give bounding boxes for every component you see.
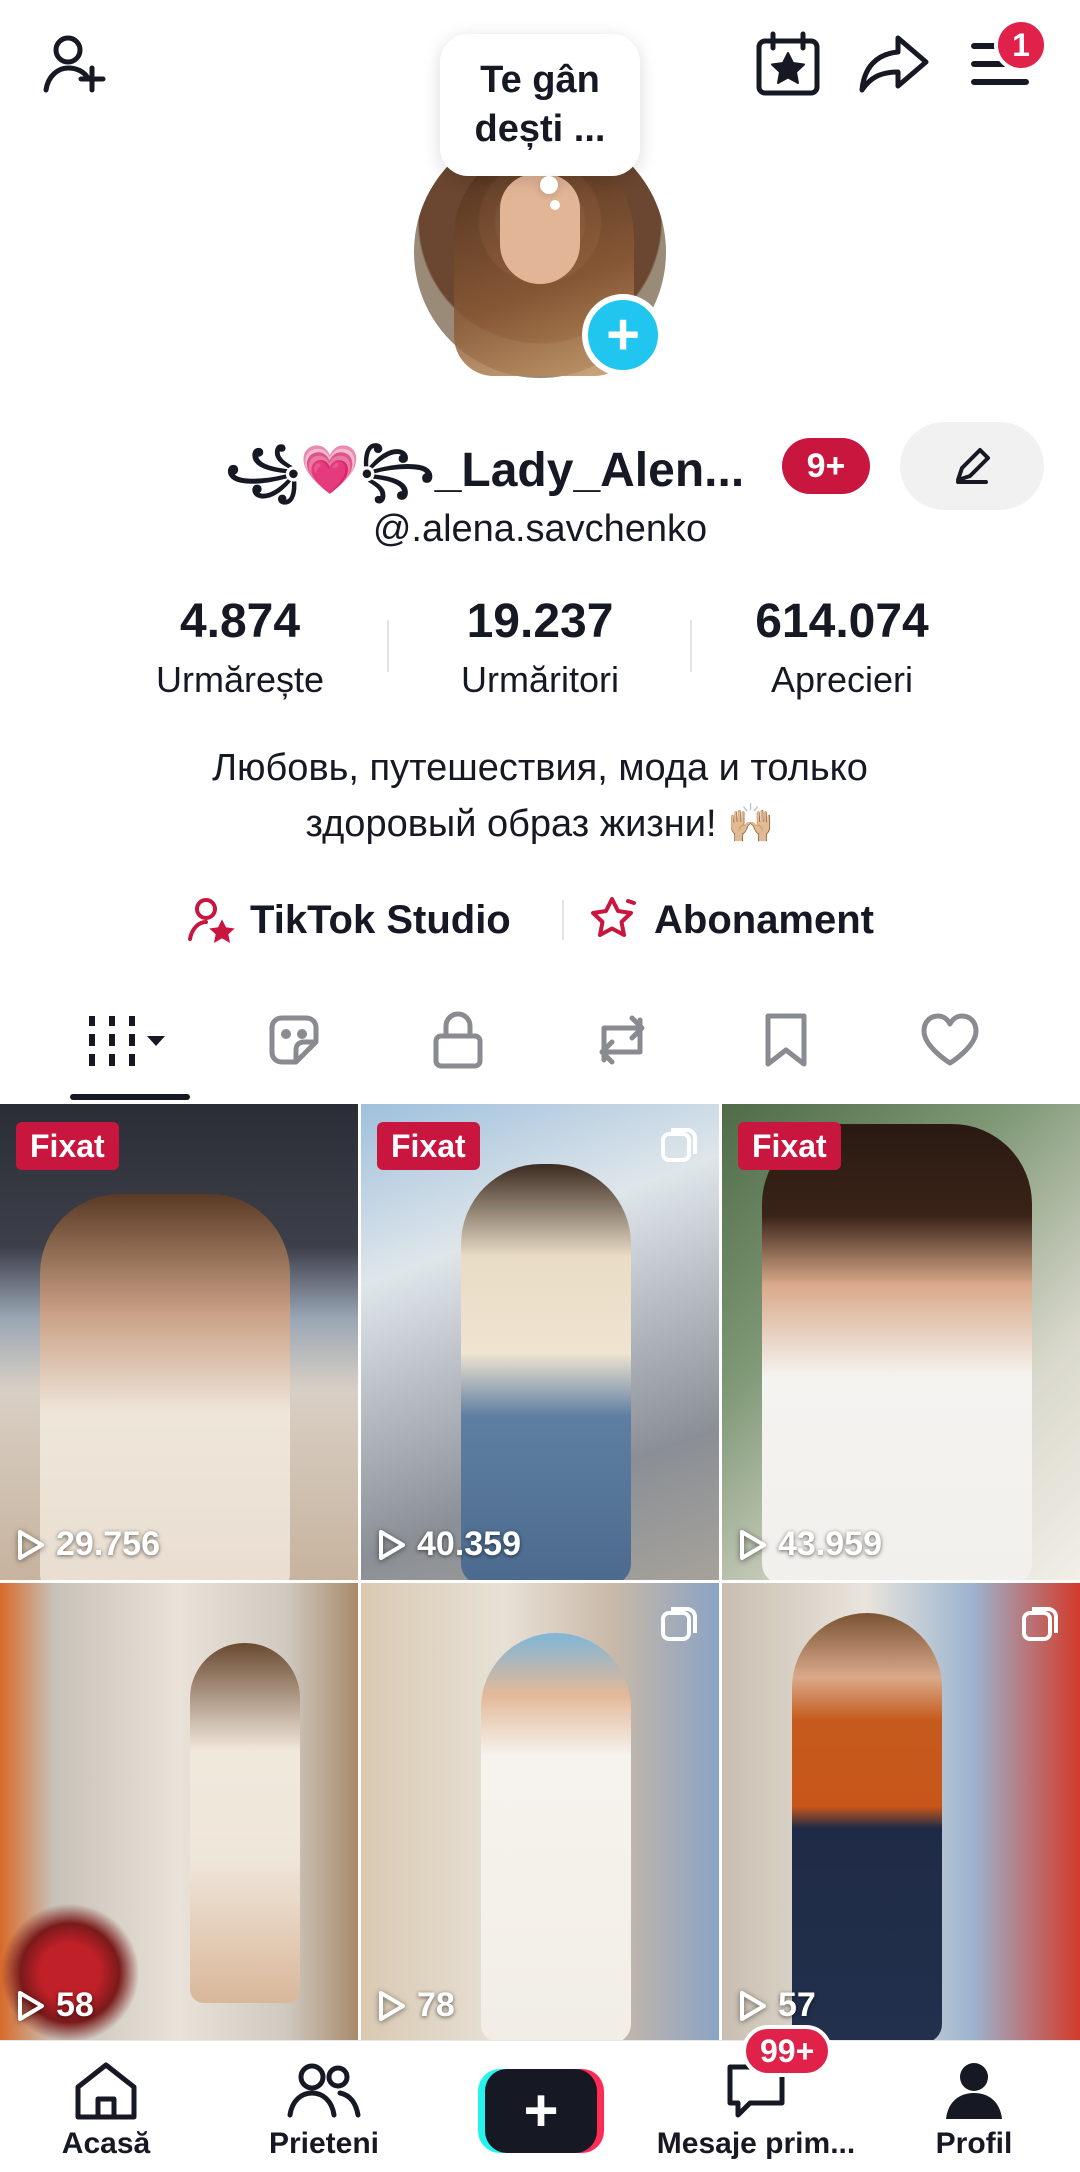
stat-label: Urmăritori <box>461 659 619 700</box>
bio-line: Любовь, путешествия, мода и только <box>212 747 868 789</box>
view-count-value: 40.359 <box>417 1525 521 1563</box>
subscription-label: Abonament <box>654 897 874 942</box>
plus-icon: + <box>485 2069 597 2153</box>
tiktok-studio-label: TikTok Studio <box>250 897 511 942</box>
name-row: ꧁💗꧂_Lady_Alen... 9+ <box>0 420 1080 510</box>
bottom-navigation: Acasă Prieteni + Mesaje prim... 99+ Prof… <box>0 2025 1080 2172</box>
tab-saved[interactable] <box>706 990 866 1090</box>
view-count-value: 57 <box>778 1986 816 2024</box>
heart-icon <box>921 1013 979 1066</box>
pencil-icon <box>956 448 990 484</box>
view-count: 78 <box>377 1986 455 2025</box>
multi-photo-icon <box>661 1128 697 1162</box>
lock-icon <box>433 1011 483 1069</box>
active-tab-indicator <box>70 1094 190 1100</box>
tiktok-studio-link[interactable]: TikTok Studio <box>186 892 511 948</box>
video-tile[interactable]: 57 <box>722 1583 1080 2041</box>
repost-icon <box>599 1015 645 1065</box>
stat-following[interactable]: 4.874 Urmărește <box>90 594 390 701</box>
calendar-star-icon[interactable] <box>748 24 828 104</box>
profile-stats: 4.874 Urmărește 19.237 Urmăritori 614.07… <box>0 594 1080 714</box>
nav-home[interactable]: Acasă <box>6 2059 206 2169</box>
add-friend-icon[interactable] <box>36 24 116 104</box>
view-count-value: 29.756 <box>56 1525 160 1563</box>
link-divider <box>562 900 564 940</box>
view-count: 29.756 <box>16 1525 160 1564</box>
username: @.alena.savchenko <box>372 508 708 550</box>
tab-stickers[interactable] <box>214 990 374 1090</box>
home-icon <box>75 2062 137 2120</box>
star-badge-icon <box>591 897 636 937</box>
name-badge[interactable]: 9+ <box>782 438 870 494</box>
nav-label: Profil <box>935 2127 1013 2160</box>
view-count: 58 <box>16 1986 94 2025</box>
play-icon <box>379 1529 405 1560</box>
menu-notification-badge: 1 <box>994 18 1048 72</box>
nav-friends[interactable]: Prieteni <box>224 2059 424 2169</box>
stat-followers[interactable]: 19.237 Urmăritori <box>390 594 690 701</box>
play-icon <box>740 1529 766 1560</box>
profile-links: TikTok Studio Abonament <box>0 884 1080 954</box>
nav-label: Prieteni <box>268 2127 380 2160</box>
video-tile[interactable]: Fixat 40.359 <box>361 1104 719 1580</box>
tab-reposts[interactable] <box>542 990 702 1090</box>
edit-profile-button[interactable] <box>900 422 1044 510</box>
view-count-value: 43.959 <box>778 1525 882 1563</box>
view-count-value: 78 <box>417 1986 455 2024</box>
play-icon <box>18 1990 44 2021</box>
nav-label: Acasă <box>61 2127 151 2160</box>
tab-private[interactable] <box>378 990 538 1090</box>
multi-photo-icon <box>661 1607 697 1641</box>
profile-icon <box>946 2063 1002 2119</box>
play-icon <box>740 1990 766 2021</box>
view-count: 40.359 <box>377 1525 521 1564</box>
subscription-link[interactable]: Abonament <box>588 892 874 948</box>
video-grid: Fixat 29.756 Fixat 40.359 Fixat 43.959 5… <box>0 1104 1080 2041</box>
play-icon <box>379 1990 405 2021</box>
stat-value: 4.874 <box>179 595 301 648</box>
videos-grid-icon <box>89 1016 165 1066</box>
profile-bio: Любовь, путешествия, мода и только здоро… <box>80 740 1000 852</box>
note-bubble-tail-dot <box>550 200 560 210</box>
video-tile[interactable]: Fixat 43.959 <box>722 1104 1080 1580</box>
video-tile[interactable]: 58 <box>0 1583 358 2041</box>
play-icon <box>18 1529 44 1560</box>
pinned-badge: Fixat <box>16 1122 119 1170</box>
stickers-icon <box>269 1015 319 1065</box>
stat-label: Urmărește <box>155 659 325 700</box>
stat-value: 614.074 <box>755 595 929 648</box>
add-story-button[interactable]: + <box>582 294 664 376</box>
create-button[interactable]: + <box>478 2069 604 2153</box>
stat-divider <box>387 620 389 672</box>
view-count-value: 58 <box>56 1986 94 2024</box>
tab-videos[interactable] <box>50 990 210 1090</box>
stat-label: Aprecieri <box>770 659 914 700</box>
view-count: 57 <box>738 1986 816 2025</box>
stat-value: 19.237 <box>466 595 614 648</box>
nav-label: Mesaje prim... <box>656 2127 856 2160</box>
nav-inbox[interactable]: Mesaje prim... <box>656 2059 856 2169</box>
multi-photo-icon <box>1022 1607 1058 1641</box>
nav-profile[interactable]: Profil <box>874 2059 1074 2169</box>
person-star-icon <box>188 898 235 943</box>
friends-icon <box>287 2063 361 2118</box>
bookmark-icon <box>765 1013 807 1067</box>
pinned-badge: Fixat <box>377 1122 480 1170</box>
view-count: 43.959 <box>738 1525 882 1564</box>
video-tile[interactable]: Fixat 29.756 <box>0 1104 358 1580</box>
pinned-badge: Fixat <box>738 1122 841 1170</box>
profile-note-bubble[interactable]: Te gân dești ... <box>440 34 640 176</box>
share-icon[interactable] <box>854 24 934 104</box>
tab-liked[interactable] <box>870 990 1030 1090</box>
bio-line: здоровый образ жизни! 🙌🏼 <box>305 803 775 845</box>
profile-tabs <box>0 990 1080 1102</box>
inbox-badge: 99+ <box>742 2025 833 2077</box>
video-tile[interactable]: 78 <box>361 1583 719 2041</box>
note-bubble-tail <box>540 176 558 194</box>
stat-likes[interactable]: 614.074 Aprecieri <box>692 594 992 701</box>
